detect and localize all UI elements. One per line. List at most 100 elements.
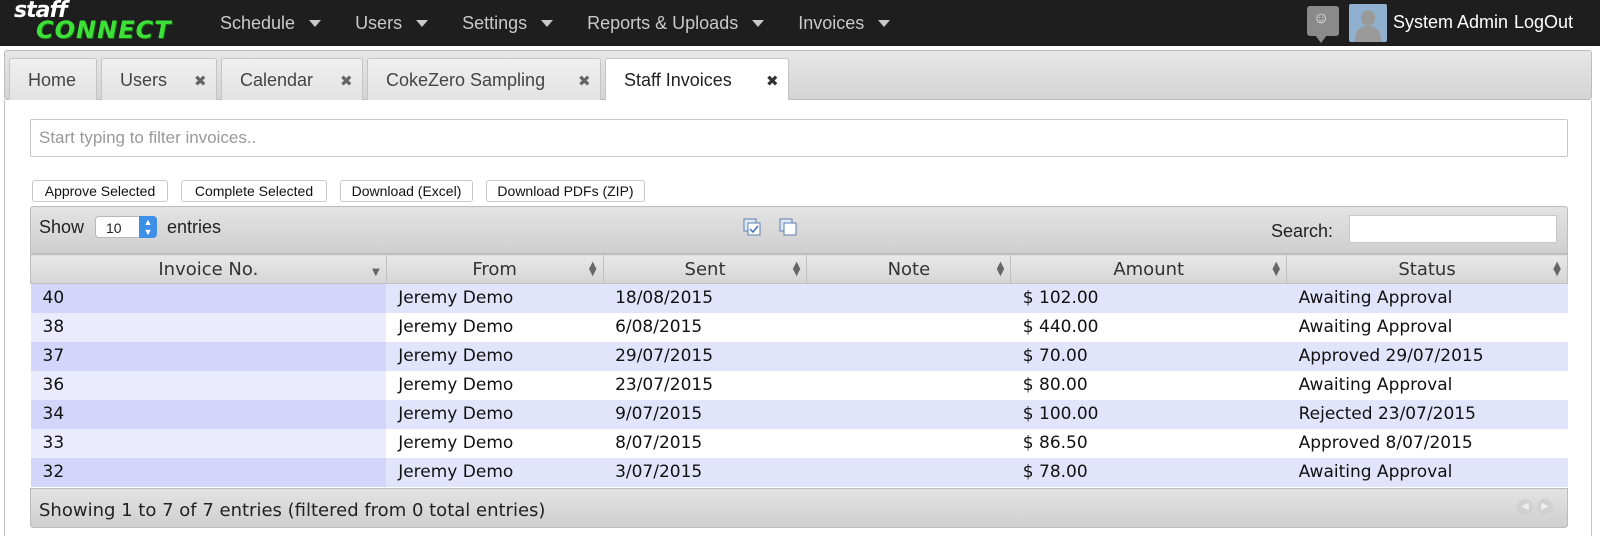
cell-status: Approved 8/07/2015 xyxy=(1286,428,1568,458)
page-size-select[interactable]: 10 ▲ ▼ xyxy=(95,216,157,238)
table-toolbar: Show 10 ▲ ▼ entries Search: xyxy=(30,206,1568,254)
column-header-label: Status xyxy=(1398,258,1456,280)
tab-label: Home xyxy=(28,70,77,90)
cell-status: Approved 29/07/2015 xyxy=(1286,341,1568,371)
show-label: Show xyxy=(39,217,85,237)
cell-sent: 29/07/2015 xyxy=(603,341,807,371)
cell-amount: $ 78.00 xyxy=(1010,457,1287,487)
next-page-icon[interactable]: ▶ xyxy=(1537,499,1553,515)
cell-amount: $ 80.00 xyxy=(1010,370,1287,400)
invoice-filter-input[interactable] xyxy=(30,119,1568,157)
tab-label: Staff Invoices xyxy=(624,70,732,90)
column-header-amount[interactable]: Amount ▲ ▼ xyxy=(1010,254,1288,284)
cell-amount: $ 440.00 xyxy=(1010,312,1287,342)
sort-both-icon: ▲ ▼ xyxy=(996,260,1005,278)
cell-note xyxy=(806,341,1011,371)
cell-note xyxy=(806,312,1011,342)
deselect-all-icon[interactable] xyxy=(779,218,797,236)
close-icon[interactable]: ✖ xyxy=(340,72,353,90)
select-all-icon[interactable] xyxy=(743,218,761,236)
tab-users[interactable]: Users ✖ xyxy=(101,58,217,101)
complete-selected-button[interactable]: Complete Selected xyxy=(181,180,327,202)
cell-from: Jeremy Demo xyxy=(386,457,604,487)
menu-reports-uploads[interactable]: Reports & Uploads xyxy=(587,0,778,46)
tab-staff-invoices[interactable]: Staff Invoices ✖ xyxy=(605,58,789,102)
cell-status: Rejected 23/07/2015 xyxy=(1286,399,1568,429)
cell-status: Awaiting Approval xyxy=(1286,370,1568,400)
close-icon[interactable]: ✖ xyxy=(194,72,207,90)
cell-from: Jeremy Demo xyxy=(386,312,604,342)
logo-word-connect: CONNECT xyxy=(36,16,172,44)
cell-invoice-no: 37 xyxy=(30,341,387,371)
cell-sent: 3/07/2015 xyxy=(603,457,807,487)
menu-label: Reports & Uploads xyxy=(587,12,739,33)
column-header-invoice-no[interactable]: Invoice No. ▼ xyxy=(30,254,387,284)
cell-invoice-no: 38 xyxy=(30,312,387,342)
tab-cokezero-sampling[interactable]: CokeZero Sampling ✖ xyxy=(367,58,601,101)
page-size-value: 10 xyxy=(106,220,122,236)
select-spinner-icon: ▲ ▼ xyxy=(139,216,157,238)
cell-sent: 18/08/2015 xyxy=(603,283,807,313)
sort-desc-icon: ▼ xyxy=(372,267,380,278)
user-avatar[interactable] xyxy=(1349,4,1387,42)
menu-label: Settings xyxy=(462,12,528,33)
tab-home[interactable]: Home xyxy=(9,58,97,101)
column-header-note[interactable]: Note ▲ ▼ xyxy=(806,254,1012,284)
logout-link[interactable]: LogOut xyxy=(1514,12,1573,33)
tab-calendar[interactable]: Calendar ✖ xyxy=(221,58,363,101)
sort-both-icon: ▲ ▼ xyxy=(588,260,597,278)
entries-label: entries xyxy=(167,217,222,237)
table-header-row: Invoice No. ▼ From ▲ ▼ Sent ▲ ▼ Note ▲ ▼ Amount… xyxy=(30,254,1568,284)
table-row[interactable]: 38 Jeremy Demo 6/08/2015 $ 440.00 Awaiti… xyxy=(30,312,1568,342)
table-row[interactable]: 37 Jeremy Demo 29/07/2015 $ 70.00 Approv… xyxy=(30,341,1568,371)
cell-amount: $ 102.00 xyxy=(1010,283,1287,313)
table-row[interactable]: 34 Jeremy Demo 9/07/2015 $ 100.00 Reject… xyxy=(30,399,1568,429)
table-row[interactable]: 36 Jeremy Demo 23/07/2015 $ 80.00 Awaiti… xyxy=(30,370,1568,400)
close-icon[interactable]: ✖ xyxy=(766,72,779,90)
cell-invoice-no: 40 xyxy=(30,283,387,313)
close-icon[interactable]: ✖ xyxy=(578,72,591,90)
cell-from: Jeremy Demo xyxy=(386,341,604,371)
menu-settings[interactable]: Settings xyxy=(462,0,567,46)
tab-label: CokeZero Sampling xyxy=(386,70,546,90)
user-name[interactable]: System Admin · xyxy=(1393,12,1519,33)
cell-note xyxy=(806,457,1011,487)
cell-from: Jeremy Demo xyxy=(386,283,604,313)
column-header-sent[interactable]: Sent ▲ ▼ xyxy=(602,254,808,284)
sort-both-icon: ▲ ▼ xyxy=(792,260,801,278)
caret-down-icon xyxy=(878,19,891,27)
cell-note xyxy=(806,399,1011,429)
avatar-body-shape xyxy=(1355,26,1381,42)
table-row[interactable]: 33 Jeremy Demo 8/07/2015 $ 86.50 Approve… xyxy=(30,428,1568,458)
cell-status: Awaiting Approval xyxy=(1286,283,1568,313)
cell-sent: 9/07/2015 xyxy=(603,399,807,429)
caret-down-icon xyxy=(416,19,429,27)
column-header-label: Sent xyxy=(684,258,726,280)
table-row[interactable]: 32 Jeremy Demo 3/07/2015 $ 78.00 Awaitin… xyxy=(30,457,1568,487)
menu-invoices[interactable]: Invoices xyxy=(798,0,904,46)
user-name-text: System Admin xyxy=(1393,12,1509,32)
column-header-label: Invoice No. xyxy=(158,258,259,280)
approve-selected-button[interactable]: Approve Selected xyxy=(32,180,168,202)
tab-label: Calendar xyxy=(240,70,314,90)
chat-bubble-icon[interactable]: ☺ xyxy=(1307,6,1339,43)
tab-strip: Home Users ✖ Calendar ✖ CokeZero Sampling ✖… xyxy=(4,50,1592,102)
cell-sent: 23/07/2015 xyxy=(603,370,807,400)
cell-invoice-no: 36 xyxy=(30,370,387,400)
column-header-status[interactable]: Status ▲ ▼ xyxy=(1286,254,1568,284)
menu-label: Users xyxy=(355,12,403,33)
download-pdfs-zip-button[interactable]: Download PDFs (ZIP) xyxy=(486,180,645,202)
menu-schedule[interactable]: Schedule xyxy=(220,0,335,46)
staff-connect-logo[interactable]: staff CONNECT xyxy=(10,0,190,46)
download-excel-button[interactable]: Download (Excel) xyxy=(340,180,473,202)
avatar-head-shape xyxy=(1361,10,1375,26)
sort-both-icon: ▲ ▼ xyxy=(1553,260,1561,278)
menu-users[interactable]: Users xyxy=(355,0,442,46)
column-header-from[interactable]: From ▲ ▼ xyxy=(385,254,604,284)
cell-amount: $ 100.00 xyxy=(1010,399,1287,429)
cell-sent: 8/07/2015 xyxy=(603,428,807,458)
table-row[interactable]: 40 Jeremy Demo 18/08/2015 $ 102.00 Await… xyxy=(30,283,1568,313)
table-search-input[interactable] xyxy=(1349,215,1557,243)
cell-note xyxy=(806,283,1011,313)
previous-page-icon[interactable]: ◀ xyxy=(1517,499,1533,515)
